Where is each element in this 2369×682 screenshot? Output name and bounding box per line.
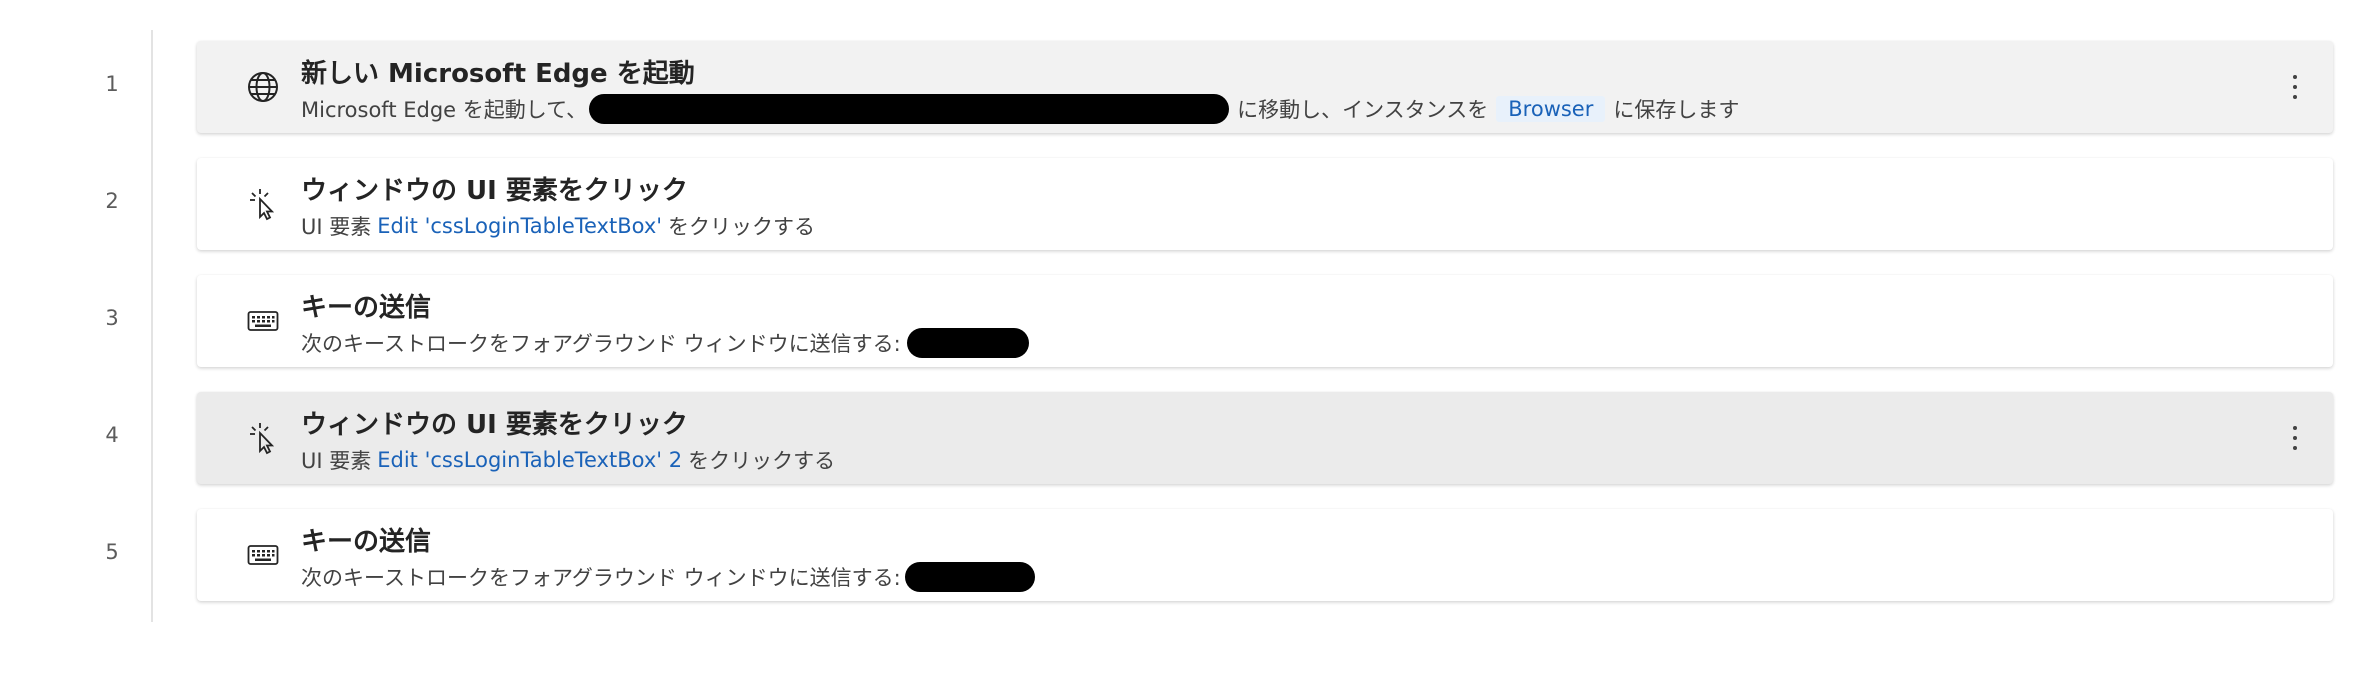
action-card-launch-edge[interactable]: 新しい Microsoft Edge を起動 Microsoft Edge を起…: [197, 41, 2333, 133]
line-number: 3: [105, 306, 119, 330]
action-card-send-keys-2[interactable]: キーの送信 次のキーストロークをフォアグラウンド ウィンドウに送信する:: [197, 509, 2333, 601]
action-title: ウィンドウの UI 要素をクリック: [301, 176, 688, 206]
line-number: 1: [105, 72, 119, 96]
keyboard-icon: [243, 301, 283, 341]
ui-element-link[interactable]: Edit 'cssLoginTableTextBox': [377, 214, 662, 238]
keyboard-icon: [243, 535, 283, 575]
desc-suffix: に保存します: [1613, 98, 1740, 122]
more-options-icon[interactable]: [2283, 67, 2307, 107]
action-title: 新しい Microsoft Edge を起動: [301, 59, 695, 89]
variable-chip[interactable]: Browser: [1496, 96, 1606, 122]
action-title: ウィンドウの UI 要素をクリック: [301, 410, 688, 440]
action-description: Microsoft Edge を起動して、 に移動し、インスタンスを Brows…: [301, 94, 1739, 124]
redacted-keystrokes: [906, 328, 1029, 358]
line-number: 4: [105, 423, 119, 447]
step-row: 3 キーの送信 次のキーストロークをフォアグラウンド ウィンドウに送信する:: [0, 262, 2369, 380]
step-row: 5 キーの送信 次のキーストロークをフォアグラウンド ウィンドウに送信する:: [0, 496, 2369, 614]
line-number: 5: [105, 540, 119, 564]
action-card-click-ui-element[interactable]: ウィンドウの UI 要素をクリック UI 要素 Edit 'cssLoginTa…: [197, 158, 2333, 250]
action-title: キーの送信: [301, 293, 432, 323]
step-row: 4 ウィンドウの UI 要素をクリック UI 要素 Edit 'cssLogin…: [0, 379, 2369, 497]
globe-icon: [243, 67, 283, 107]
action-description: UI 要素 Edit 'cssLoginTableTextBox' をクリックす…: [301, 211, 815, 241]
action-description: 次のキーストロークをフォアグラウンド ウィンドウに送信する:: [301, 328, 1029, 358]
step-row: 1 新しい Microsoft Edge を起動 Microsoft Edge …: [0, 28, 2369, 146]
desc-prefix: Microsoft Edge を起動して、: [301, 98, 588, 122]
desc-prefix: 次のキーストロークをフォアグラウンド ウィンドウに送信する:: [301, 566, 901, 590]
action-card-click-ui-element-2[interactable]: ウィンドウの UI 要素をクリック UI 要素 Edit 'cssLoginTa…: [197, 392, 2333, 484]
click-cursor-icon: [243, 184, 283, 224]
action-title: キーの送信: [301, 527, 432, 557]
more-options-icon[interactable]: [2283, 418, 2307, 458]
desc-suffix: をクリックする: [668, 215, 816, 239]
step-row: 2 ウィンドウの UI 要素をクリック UI 要素 Edit 'cssLogin…: [0, 145, 2369, 263]
desc-prefix: 次のキーストロークをフォアグラウンド ウィンドウに送信する:: [301, 332, 901, 356]
redacted-url: [589, 94, 1230, 124]
action-card-send-keys[interactable]: キーの送信 次のキーストロークをフォアグラウンド ウィンドウに送信する:: [197, 275, 2333, 367]
ui-element-link[interactable]: Edit 'cssLoginTableTextBox' 2: [377, 448, 682, 472]
desc-middle: に移動し、インスタンスを: [1237, 98, 1489, 122]
desc-prefix: UI 要素: [301, 449, 372, 473]
desc-suffix: をクリックする: [688, 449, 836, 473]
action-description: 次のキーストロークをフォアグラウンド ウィンドウに送信する:: [301, 562, 1035, 592]
line-number: 2: [105, 189, 119, 213]
redacted-keystrokes: [904, 562, 1035, 592]
desc-prefix: UI 要素: [301, 215, 372, 239]
action-description: UI 要素 Edit 'cssLoginTableTextBox' 2 をクリッ…: [301, 445, 835, 475]
click-cursor-icon: [243, 418, 283, 458]
